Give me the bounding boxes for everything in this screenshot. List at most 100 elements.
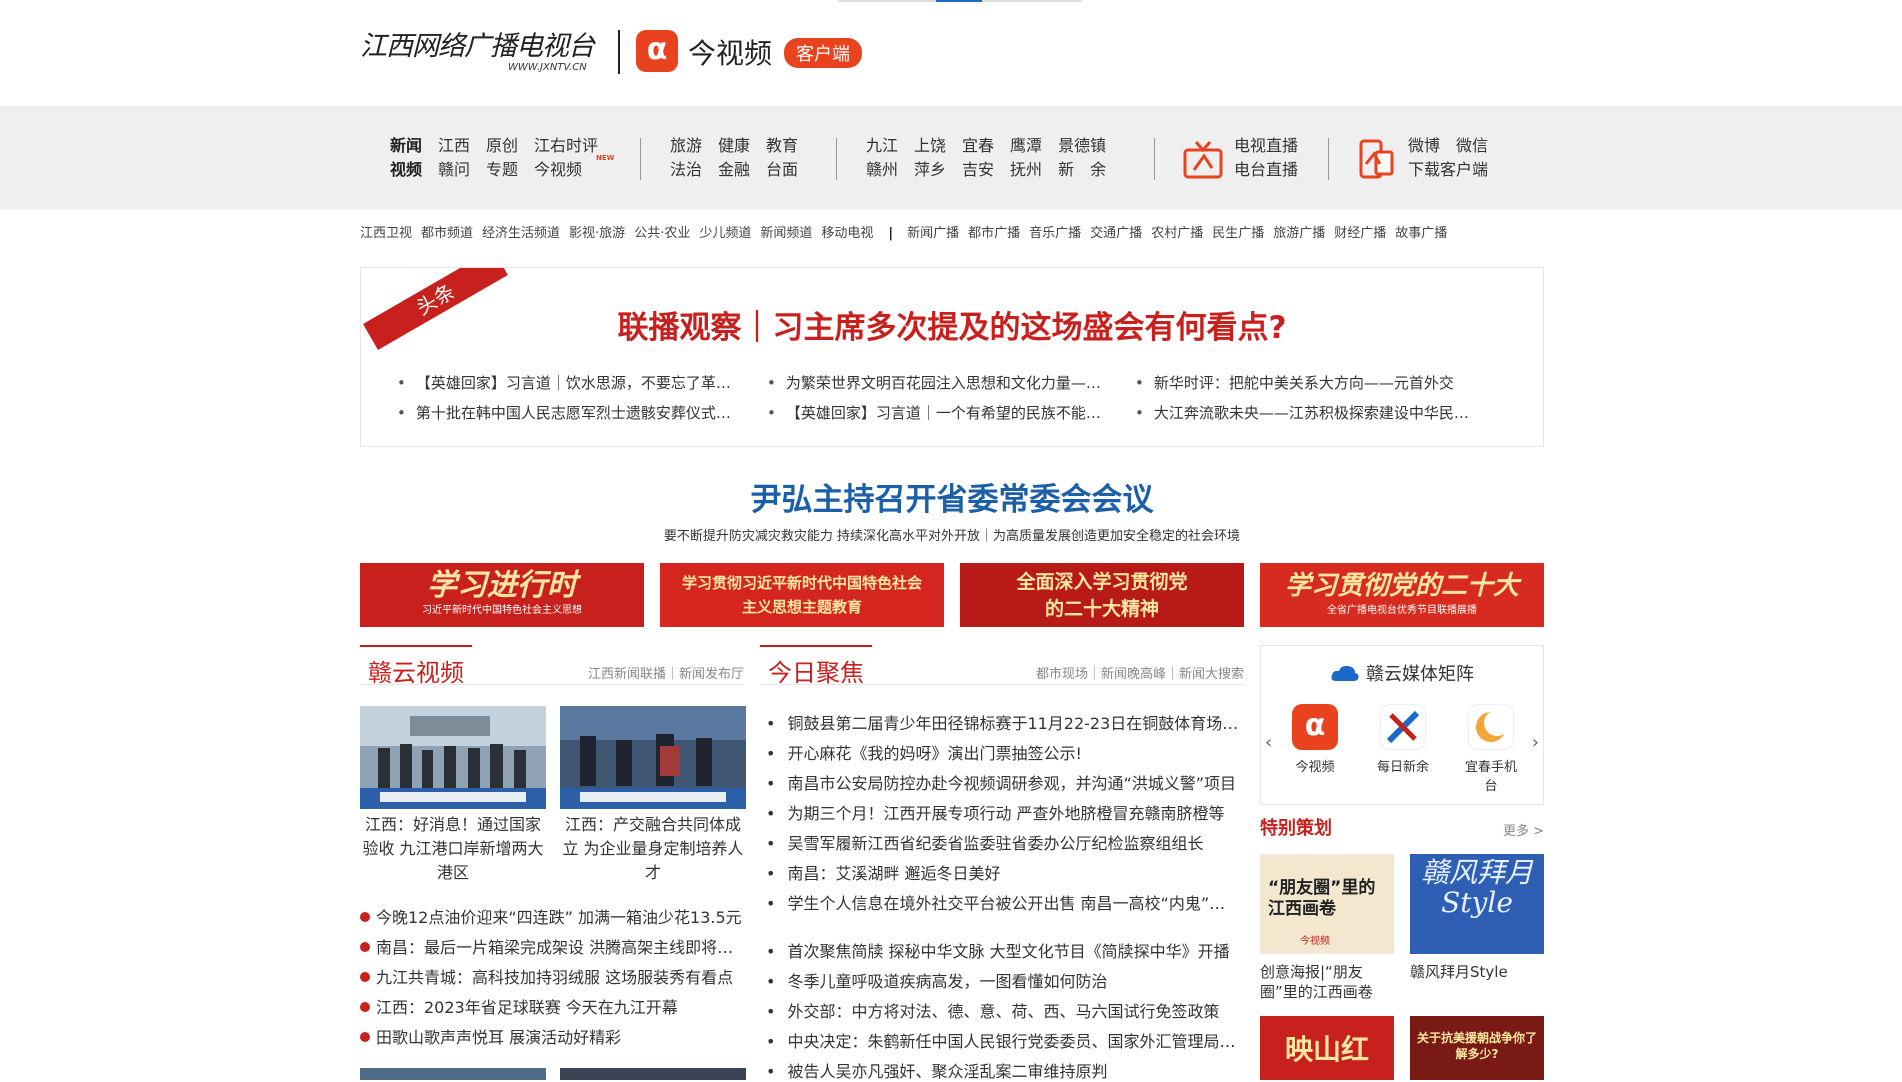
nav-link[interactable]: 江西 [438,134,470,158]
channel-link[interactable]: 移动电视 [821,226,873,241]
nav-link[interactable]: 原创 [486,134,518,158]
banner-twentieth-congress-spirit[interactable]: 全面深入学习贯彻党的二十大精神 [960,563,1244,627]
video-thumbnail[interactable] [360,1068,546,1080]
special-caption[interactable]: 赣风拜月Style [1410,962,1546,982]
channel-link[interactable]: 财经广播 [1334,226,1386,241]
second-headline-title[interactable]: 尹弘主持召开省委常委会会议 [360,474,1544,519]
nav-link[interactable]: 抚州 [1010,158,1042,182]
chevron-right-icon[interactable]: › [1532,732,1539,753]
section-links[interactable]: 江西新闻联播｜新闻发布厅 [588,663,744,682]
nav-link[interactable]: 今视频 [534,158,582,182]
list-item[interactable]: 南昌：艾溪湖畔 邂逅冬日美好 [760,860,1240,884]
list-item[interactable]: 九江共青城：高科技加持羽绒服 这场服装秀有看点 [360,964,745,988]
video-thumbnail[interactable] [560,1068,746,1080]
special-thumbnail[interactable]: “朋友圈”里的江西画卷 今视频 [1260,854,1394,954]
channel-link[interactable]: 故事广播 [1395,226,1447,241]
nav-link[interactable]: 新 余 [1058,158,1106,182]
list-item[interactable]: 新华时评：把舵中美关系大方向——元首外交 [1135,372,1483,393]
video-caption[interactable]: 江西：好消息！通过国家验收 九江港口岸新增两大港区 [360,813,546,885]
channel-link[interactable]: 新闻频道 [760,226,812,241]
section-heading[interactable]: 赣云视频 [360,645,472,687]
app-logo-icon[interactable]: α [636,30,678,72]
banner-study[interactable]: 学习进行时 习近平新时代中国特色社会主义思想 [360,563,644,627]
list-item[interactable]: 田歌山歌声声悦耳 展演活动好精彩 [360,1024,745,1048]
list-item[interactable]: 【英雄回家】习言道｜一个有希望的民族不能没有英雄 [767,402,1115,423]
list-item[interactable]: 被告人吴亦凡强奸、聚众淫乱案二审维持原判 [760,1058,1240,1082]
list-item[interactable]: 大江奔流歌未央——江苏积极探索建设中华民族现代文明 [1135,402,1483,423]
nav-link[interactable]: 上饶 [914,134,946,158]
list-item[interactable]: 为期三个月！江西开展专项行动 严查外地脐橙冒充赣南脐橙等 [760,800,1240,824]
app-client-badge[interactable]: 客户端 [784,38,862,68]
headline-title[interactable]: 联播观察｜习主席多次提及的这场盛会有何看点? [361,302,1543,347]
nav-link[interactable]: 赣问 [438,158,470,182]
banner-theme-education[interactable]: 学习贯彻习近平新时代中国特色社会主义思想主题教育 [660,563,944,627]
download-client-link[interactable]: 下载客户端 [1408,158,1488,182]
list-item[interactable]: 南昌市公安局防控办赴今视频调研参观，并沟通“洪城义警”项目 [760,770,1240,794]
nav-link[interactable]: 视频 [390,158,422,182]
nav-link[interactable]: 吉安 [962,158,994,182]
chevron-left-icon[interactable]: ‹ [1265,732,1272,753]
list-item[interactable]: 首次聚焦简牍 探秘中华文脉 大型文化节目《简牍探中华》开播 [760,938,1240,962]
matrix-app-jinshipin[interactable]: α 今视频 [1285,704,1345,775]
weibo-link[interactable]: 微博 [1408,134,1440,158]
nav-link[interactable]: 台面 [766,158,798,182]
list-item[interactable]: 中央决定：朱鹤新任中国人民银行党委委员、国家外汇管理局局长 [760,1028,1240,1052]
nav-link[interactable]: 宜春 [962,134,994,158]
special-thumbnail[interactable]: 赣风拜月Style [1410,854,1544,954]
nav-link[interactable]: 鹰潭 [1010,134,1042,158]
video-thumbnail[interactable] [360,706,546,809]
channel-link[interactable]: 江西卫视 [360,226,412,241]
special-thumbnail[interactable]: 映山红 [1260,1016,1394,1080]
app-name[interactable]: 今视频 [688,32,772,72]
section-links[interactable]: 都市现场｜新闻晚高峰｜新闻大搜索 [1036,663,1244,682]
channel-link[interactable]: 交通广播 [1090,226,1142,241]
tv-icon[interactable] [1182,138,1224,180]
channel-link[interactable]: 新闻广播 [907,226,959,241]
channel-link[interactable]: 影视·旅游 [569,226,625,241]
list-item[interactable]: 开心麻花《我的妈呀》演出门票抽签公示! [760,740,1240,764]
channel-link[interactable]: 农村广播 [1151,226,1203,241]
matrix-app-xinyu[interactable]: 每日新余 [1373,704,1433,775]
more-link[interactable]: 更多 > [1503,820,1544,839]
channel-link[interactable]: 经济生活频道 [482,226,560,241]
section-heading[interactable]: 特别策划 [1260,814,1332,840]
nav-link[interactable]: 九江 [866,134,898,158]
nav-link[interactable]: 专题 [486,158,518,182]
list-item[interactable]: 外交部：中方将对法、德、意、荷、西、马六国试行免签政策 [760,998,1240,1022]
list-item[interactable]: 学生个人信息在境外社交平台被公开出售 南昌一高校“内鬼”被抓 [760,890,1240,914]
list-item[interactable]: 江西：2023年省足球联赛 今天在九江开幕 [360,994,745,1018]
nav-link[interactable]: 景德镇 [1058,134,1106,158]
channel-link[interactable]: 公共·农业 [634,226,690,241]
channel-link[interactable]: 都市广播 [968,226,1020,241]
nav-link[interactable]: 健康 [718,134,750,158]
nav-link[interactable]: 新闻 [390,134,422,158]
list-item[interactable]: 冬季儿童呼吸道疾病高发，一图看懂如何防治 [760,968,1240,992]
video-caption[interactable]: 江西：产交融合共同体成立 为企业量身定制培养人才 [560,813,746,885]
nav-link[interactable]: 赣州 [866,158,898,182]
special-thumbnail[interactable]: 关于抗美援朝战争你了解多少? [1410,1016,1544,1080]
special-caption[interactable]: 创意海报|“朋友圈”里的江西画卷 [1260,962,1396,1002]
tv-live-link[interactable]: 电视直播 [1234,134,1298,158]
list-item[interactable]: 第十批在韩中国人民志愿军烈士遗骸安葬仪式在沈阳举行 [397,402,745,423]
list-item[interactable]: 今晚12点油价迎来“四连跌” 加满一箱油少花13.5元 [360,904,745,928]
list-item[interactable]: 南昌：最后一片箱梁完成架设 洪腾高架主线即将贯通 [360,934,745,958]
channel-link[interactable]: 少儿频道 [699,226,751,241]
channel-link[interactable]: 都市频道 [421,226,473,241]
matrix-app-yichun[interactable]: 宜春手机台 [1461,704,1521,794]
list-item[interactable]: 【英雄回家】习言道｜饮水思源，不要忘了革命先烈 [397,372,745,393]
nav-link[interactable]: 金融 [718,158,750,182]
section-heading[interactable]: 今日聚焦 [760,645,872,687]
list-item[interactable]: 为繁荣世界文明百花园注入思想和文化力量——习近平 [767,372,1115,393]
banner-twentieth-congress[interactable]: 学习贯彻党的二十大 全省广播电视台优秀节目联播展播 [1260,563,1544,627]
channel-link[interactable]: 音乐广播 [1029,226,1081,241]
nav-link[interactable]: 法治 [670,158,702,182]
nav-link[interactable]: 教育 [766,134,798,158]
station-logo[interactable]: 江西网络广播电视台 WWW.JXNTV.CN [360,24,595,73]
radio-live-link[interactable]: 电台直播 [1234,158,1298,182]
channel-link[interactable]: 旅游广播 [1273,226,1325,241]
video-thumbnail[interactable] [560,706,746,809]
mobile-icon[interactable] [1356,138,1398,180]
nav-link[interactable]: 江右时评 [534,134,598,158]
list-item[interactable]: 吴雪军履新江西省纪委省监委驻省委办公厅纪检监察组组长 [760,830,1240,854]
channel-link[interactable]: 民生广播 [1212,226,1264,241]
